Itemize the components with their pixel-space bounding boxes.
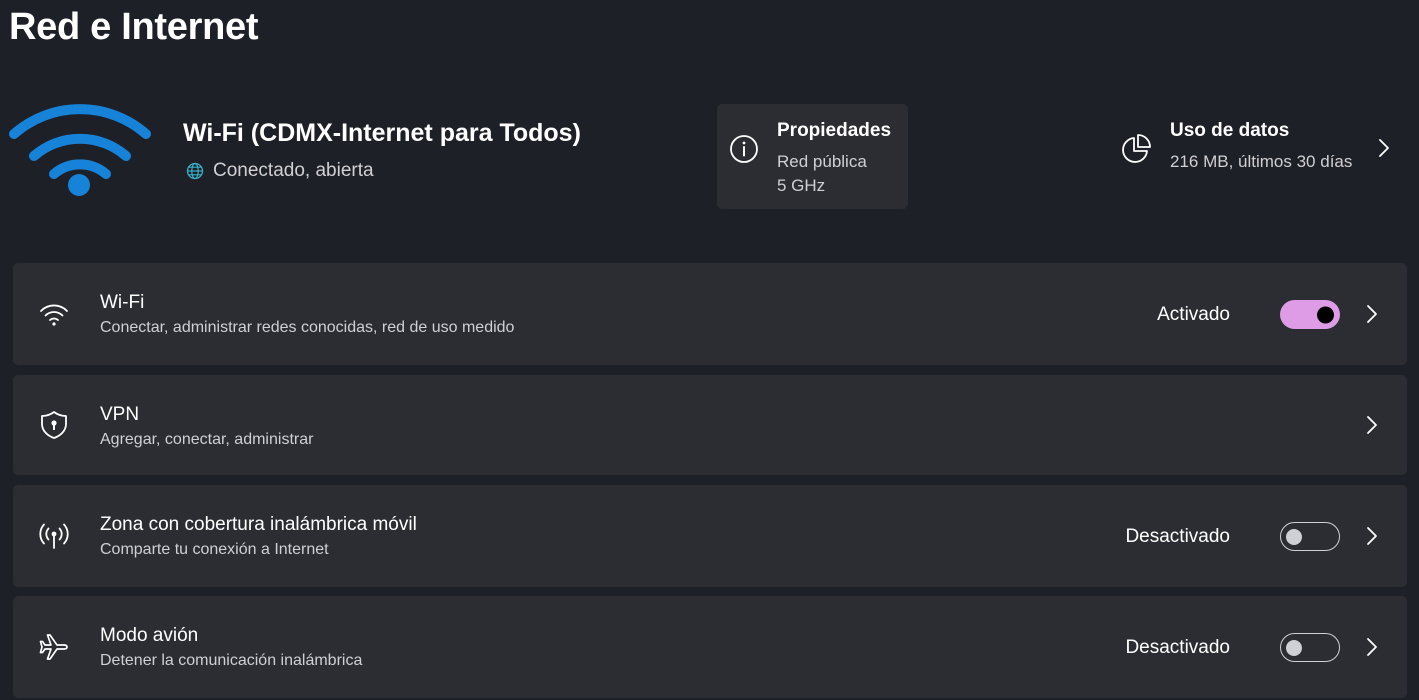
airplane-icon xyxy=(39,634,68,660)
toggle-state-label: Activado xyxy=(1157,304,1230,325)
data-usage-summary: 216 MB, últimos 30 días xyxy=(1170,152,1353,171)
network-status: Conectado, abierta xyxy=(186,160,374,182)
row-title: VPN xyxy=(100,404,140,425)
chevron-right-icon xyxy=(1379,139,1389,157)
settings-row-hotspot[interactable]: Zona con cobertura inalámbrica móvil Com… xyxy=(13,485,1407,587)
hotspot-icon xyxy=(39,523,69,549)
data-usage-title: Uso de datos xyxy=(1170,120,1290,141)
settings-row-airplane[interactable]: Modo avión Detener la comunicación inalá… xyxy=(13,596,1407,698)
page-title: Red e Internet xyxy=(9,6,259,48)
settings-row-vpn[interactable]: VPN Agregar, conectar, administrar xyxy=(13,375,1407,475)
row-subtitle: Detener la comunicación inalámbrica xyxy=(100,652,363,669)
toggle-knob xyxy=(1286,639,1302,656)
chevron-right-icon xyxy=(1367,416,1377,434)
row-subtitle: Comparte tu conexión a Internet xyxy=(100,541,329,558)
wifi-signal-icon xyxy=(9,104,151,196)
network-type: Red pública xyxy=(777,152,867,171)
wifi-toggle[interactable] xyxy=(1280,300,1340,329)
chevron-right-icon xyxy=(1367,527,1377,545)
info-icon xyxy=(730,135,758,163)
shield-lock-icon xyxy=(41,411,67,439)
toggle-state-label: Desactivado xyxy=(1125,526,1230,547)
chevron-right-icon xyxy=(1367,638,1377,656)
chevron-right-icon xyxy=(1367,305,1377,323)
settings-row-wifi[interactable]: Wi-Fi Conectar, administrar redes conoci… xyxy=(13,263,1407,365)
row-title: Modo avión xyxy=(100,625,199,646)
data-usage-button[interactable]: Uso de datos 216 MB, últimos 30 días xyxy=(1118,104,1398,209)
properties-button[interactable]: Propiedades Red pública 5 GHz xyxy=(717,104,908,209)
toggle-knob xyxy=(1317,306,1334,323)
hotspot-toggle[interactable] xyxy=(1280,522,1340,551)
toggle-state-label: Desactivado xyxy=(1125,637,1230,658)
row-subtitle: Conectar, administrar redes conocidas, r… xyxy=(100,319,515,336)
network-name: Wi-Fi (CDMX-Internet para Todos) xyxy=(183,119,581,147)
row-title: Wi-Fi xyxy=(100,292,145,313)
network-band: 5 GHz xyxy=(777,176,826,195)
network-settings-page: Red e Internet Wi-Fi (CDMX-Internet para… xyxy=(0,0,1419,700)
wifi-icon xyxy=(40,304,68,326)
network-status-text: Conectado, abierta xyxy=(213,160,374,181)
toggle-knob xyxy=(1286,528,1302,545)
row-subtitle: Agregar, conectar, administrar xyxy=(100,431,314,448)
pie-chart-icon xyxy=(1122,134,1151,163)
globe-icon xyxy=(186,162,204,180)
row-title: Zona con cobertura inalámbrica móvil xyxy=(100,514,417,535)
airplane-toggle[interactable] xyxy=(1280,633,1340,662)
properties-title: Propiedades xyxy=(777,120,892,141)
